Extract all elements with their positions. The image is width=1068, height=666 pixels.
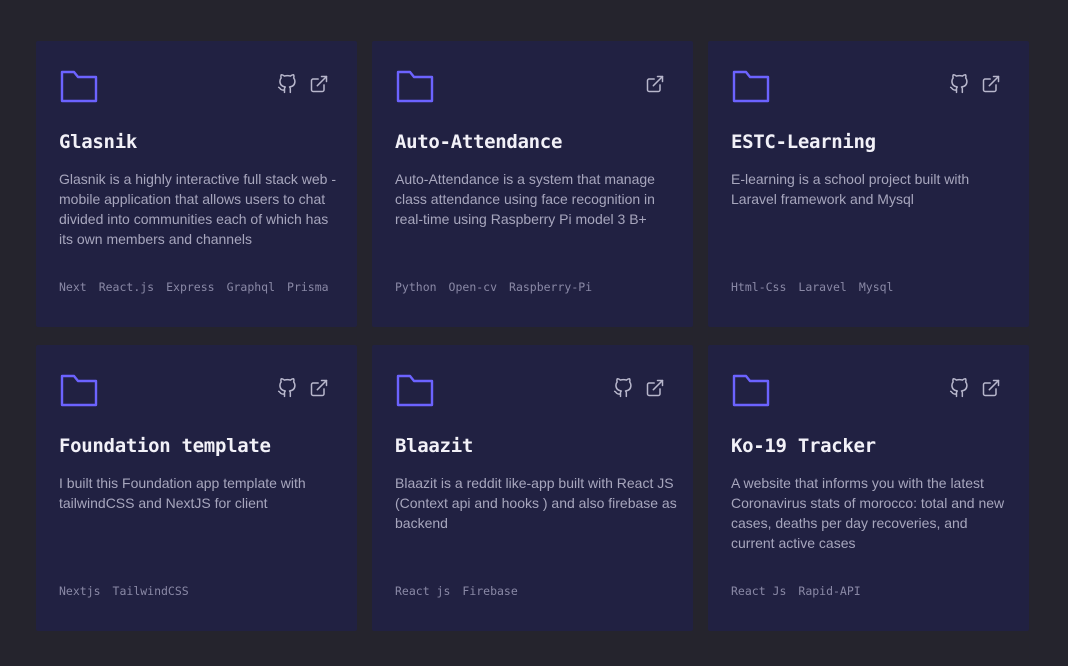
folder-icon — [60, 374, 98, 407]
project-title[interactable]: Blaazit — [395, 435, 473, 457]
tech-tag: React js — [395, 584, 451, 598]
tech-tags: Html-Css Laravel Mysql — [731, 280, 893, 294]
folder-icon — [732, 374, 770, 407]
tech-tags: Python Open-cv Raspberry-Pi — [395, 280, 592, 294]
github-icon[interactable] — [613, 378, 633, 398]
project-title[interactable]: ESTC-Learning — [731, 131, 876, 153]
project-links — [949, 74, 1001, 94]
folder-icon — [732, 70, 770, 103]
projects-grid: Glasnik Glasnik is a highly interactive … — [36, 41, 1029, 631]
external-link-icon[interactable] — [309, 378, 329, 398]
github-icon[interactable] — [277, 74, 297, 94]
folder-icon — [60, 70, 98, 103]
tech-tags: Next React.js Express Graphql Prisma — [59, 280, 329, 294]
project-card-ko-19-tracker: Ko-19 Tracker A website that informs you… — [708, 345, 1029, 631]
project-card-foundation-template: Foundation template I built this Foundat… — [36, 345, 357, 631]
tech-tags: Nextjs TailwindCSS — [59, 584, 189, 598]
project-links — [949, 378, 1001, 398]
project-description: E-learning is a school project built wit… — [731, 171, 970, 207]
project-links — [277, 74, 329, 94]
project-description: Auto-Attendance is a system that manage … — [395, 171, 655, 227]
tech-tag: Nextjs — [59, 584, 101, 598]
tech-tag: Graphql — [226, 280, 276, 294]
project-links — [645, 74, 665, 94]
tech-tag: React.js — [98, 280, 155, 294]
project-description: I built this Foundation app template wit… — [59, 475, 306, 511]
tech-tag: Prisma — [287, 280, 329, 294]
tech-tag: Raspberry-Pi — [509, 280, 593, 294]
project-title[interactable]: Ko-19 Tracker — [731, 435, 876, 457]
project-card-auto-attendance: Auto-Attendance Auto-Attendance is a sys… — [372, 41, 693, 327]
tech-tags: React js Firebase — [395, 584, 518, 598]
tech-tag: Html-Css — [731, 280, 787, 294]
tech-tag: Next — [59, 280, 87, 294]
tech-tag: TailwindCSS — [112, 584, 189, 598]
external-link-icon[interactable] — [981, 378, 1001, 398]
tech-tag: Firebase — [462, 584, 518, 598]
project-links — [613, 378, 665, 398]
tech-tag: Mysql — [858, 280, 894, 294]
tech-tags: React Js Rapid-API — [731, 584, 861, 598]
project-card-glasnik: Glasnik Glasnik is a highly interactive … — [36, 41, 357, 327]
tech-tag: Laravel — [798, 280, 847, 294]
external-link-icon[interactable] — [645, 74, 665, 94]
project-title[interactable]: Auto-Attendance — [395, 131, 562, 153]
project-title[interactable]: Foundation template — [59, 435, 271, 457]
folder-icon — [396, 374, 434, 407]
project-links — [277, 378, 329, 398]
tech-tag: Rapid-API — [798, 584, 861, 598]
project-title[interactable]: Glasnik — [59, 131, 137, 153]
external-link-icon[interactable] — [981, 74, 1001, 94]
tech-tag: React Js — [731, 584, 787, 598]
project-description: A website that informs you with the late… — [731, 475, 1005, 551]
external-link-icon[interactable] — [645, 378, 665, 398]
tech-tag: Python — [395, 280, 437, 294]
project-description: Glasnik is a highly interactive full sta… — [59, 171, 336, 247]
folder-icon — [396, 70, 434, 103]
tech-tag: Open-cv — [448, 280, 498, 294]
github-icon[interactable] — [949, 378, 969, 398]
external-link-icon[interactable] — [309, 74, 329, 94]
github-icon[interactable] — [277, 378, 297, 398]
project-description: Blaazit is a reddit like-app built with … — [395, 475, 677, 531]
github-icon[interactable] — [949, 74, 969, 94]
project-card-estc-learning: ESTC-Learning E-learning is a school pro… — [708, 41, 1029, 327]
tech-tag: Express — [166, 280, 215, 294]
project-card-blaazit: Blaazit Blaazit is a reddit like-app bui… — [372, 345, 693, 631]
